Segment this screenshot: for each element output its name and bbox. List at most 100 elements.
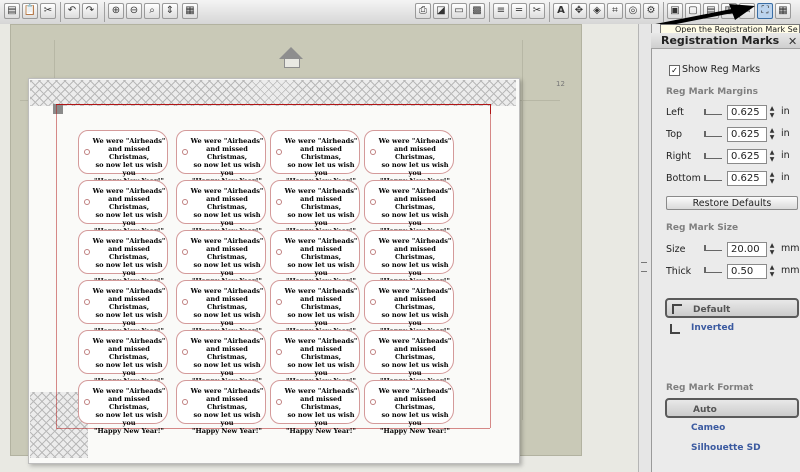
gift-tag[interactable]: We were "Airheads" and missed Christmas, s…: [364, 130, 454, 185]
paste-icon[interactable]: 📋: [22, 3, 38, 19]
page-setup-icon[interactable]: ⎙: [415, 3, 431, 19]
size-slider[interactable]: [704, 244, 722, 251]
gift-tag[interactable]: We were "Airheads" and missed Christmas, s…: [364, 180, 454, 235]
line-color-icon[interactable]: ▭: [451, 3, 467, 19]
gift-tag[interactable]: We were "Airheads" and missed Christmas, s…: [270, 180, 360, 235]
format-option-silhouette-sd[interactable]: Silhouette SD: [665, 438, 799, 458]
gift-tag[interactable]: We were "Airheads" and missed Christmas, s…: [176, 230, 266, 285]
restore-defaults-button[interactable]: Restore Defaults: [666, 196, 798, 210]
save-icon[interactable]: ▤: [4, 3, 20, 19]
tag-text-line: We were "Airheads": [190, 287, 264, 295]
tag-text-line: "Happy New Year!": [286, 427, 356, 435]
pattern-icon[interactable]: ▩: [469, 3, 485, 19]
margin-right-label: Right: [666, 151, 692, 162]
tag-text: We were "Airheads" and missed Christmas, s…: [377, 287, 453, 335]
tag-text-line: We were "Airheads": [190, 137, 264, 145]
gift-tag[interactable]: We were "Airheads" and missed Christmas, s…: [78, 130, 168, 185]
gift-tag[interactable]: We were "Airheads" and missed Christmas, s…: [270, 280, 360, 335]
tag-text-line: We were "Airheads": [284, 187, 358, 195]
tag-text: We were "Airheads" and missed Christmas, s…: [283, 287, 359, 335]
thick-input[interactable]: 0.50: [727, 264, 767, 279]
tag-text-line: We were "Airheads": [284, 337, 358, 345]
gift-tag[interactable]: We were "Airheads" and missed Christmas, s…: [364, 280, 454, 335]
gift-tag[interactable]: We were "Airheads" and missed Christmas, s…: [270, 130, 360, 185]
fit-page-icon[interactable]: ⇕: [162, 3, 178, 19]
margin-bottom-unit: in: [781, 172, 790, 183]
redo-icon[interactable]: ↷: [82, 3, 98, 19]
style-option-label: Inverted: [691, 323, 735, 333]
divider-grip-icon[interactable]: [641, 262, 647, 272]
tag-text-line: We were "Airheads": [378, 237, 452, 245]
line-width-icon[interactable]: ═: [511, 3, 527, 19]
margin-bottom-input[interactable]: 0.625: [727, 171, 767, 186]
tag-text-line: We were "Airheads": [92, 187, 166, 195]
zoom-in-icon[interactable]: ⊕: [108, 3, 124, 19]
gift-tag[interactable]: We were "Airheads" and missed Christmas, s…: [78, 180, 168, 235]
load-direction-arrow-icon: [279, 47, 303, 59]
tag-text-line: and missed Christmas,: [206, 145, 248, 161]
tag-text: We were "Airheads" and missed Christmas, s…: [283, 137, 359, 185]
tag-text: We were "Airheads" and missed Christmas, s…: [91, 187, 167, 235]
gift-tag[interactable]: We were "Airheads" and missed Christmas, s…: [176, 280, 266, 335]
margin-top-spinner[interactable]: ▲ ▼: [768, 127, 776, 142]
gift-tag[interactable]: We were "Airheads" and missed Christmas, s…: [78, 230, 168, 285]
tag-text-line: We were "Airheads": [284, 237, 358, 245]
reg-line-top: [56, 104, 491, 105]
gift-tag[interactable]: We were "Airheads" and missed Christmas, s…: [176, 180, 266, 235]
grid-icon[interactable]: ▦: [182, 3, 198, 19]
close-icon[interactable]: ✕: [788, 35, 797, 48]
size-input[interactable]: 20.00: [727, 242, 767, 257]
zoom-out-icon[interactable]: ⊖: [126, 3, 142, 19]
toolbar-divider: [549, 2, 550, 22]
margin-bottom-slider[interactable]: [704, 174, 722, 181]
gift-tag[interactable]: We were "Airheads" and missed Christmas, s…: [78, 330, 168, 385]
margin-right-slider[interactable]: [704, 152, 722, 159]
gift-tag[interactable]: We were "Airheads" and missed Christmas, s…: [78, 280, 168, 335]
gift-tag[interactable]: We were "Airheads" and missed Christmas, s…: [176, 130, 266, 185]
thick-spinner[interactable]: ▲ ▼: [768, 264, 776, 279]
margins-header: Reg Mark Margins: [666, 87, 758, 97]
gift-tag[interactable]: We were "Airheads" and missed Christmas, s…: [364, 380, 454, 435]
tag-text-line: so now let us wish you: [193, 211, 261, 227]
style-option-default[interactable]: Default: [665, 298, 799, 318]
gift-tag[interactable]: We were "Airheads" and missed Christmas, s…: [270, 230, 360, 285]
margin-bottom-spinner[interactable]: ▲ ▼: [768, 171, 776, 186]
margin-right-input[interactable]: 0.625: [727, 149, 767, 164]
line-style-icon[interactable]: ≡: [493, 3, 509, 19]
gift-tag[interactable]: We were "Airheads" and missed Christmas, s…: [176, 330, 266, 385]
format-option-cameo[interactable]: Cameo: [665, 418, 799, 438]
cut-icon[interactable]: ✂: [40, 3, 56, 19]
tag-text-line: We were "Airheads": [378, 387, 452, 395]
fill-icon[interactable]: ◪: [433, 3, 449, 19]
knife-icon[interactable]: ✂: [529, 3, 545, 19]
size-spinner[interactable]: ▲ ▼: [768, 242, 776, 257]
gift-tag[interactable]: We were "Airheads" and missed Christmas, s…: [270, 330, 360, 385]
tag-text-line: We were "Airheads": [378, 187, 452, 195]
margin-top-input[interactable]: 0.625: [727, 127, 767, 142]
thick-slider[interactable]: [704, 266, 722, 273]
margin-left-slider[interactable]: [704, 108, 722, 115]
tag-text-line: We were "Airheads": [190, 187, 264, 195]
gift-tag[interactable]: We were "Airheads" and missed Christmas, s…: [364, 330, 454, 385]
gift-tag[interactable]: We were "Airheads" and missed Christmas, s…: [364, 230, 454, 285]
send-to-silhouette-icon[interactable]: ▦: [775, 3, 791, 19]
margin-right-spinner[interactable]: ▲ ▼: [768, 149, 776, 164]
gift-tag[interactable]: We were "Airheads" and missed Christmas, s…: [270, 380, 360, 435]
gift-tag[interactable]: We were "Airheads" and missed Christmas, s…: [78, 380, 168, 435]
gift-tag[interactable]: We were "Airheads" and missed Christmas, s…: [176, 380, 266, 435]
canvas-divider[interactable]: [638, 24, 651, 472]
undo-icon[interactable]: ↶: [64, 3, 80, 19]
tag-text-line: We were "Airheads": [190, 337, 264, 345]
tag-text-line: so now let us wish you: [95, 211, 163, 227]
show-reg-marks-checkbox[interactable]: ✓: [669, 65, 680, 76]
tag-hole-icon: [182, 199, 188, 205]
style-option-inverted[interactable]: Inverted: [665, 318, 799, 338]
zoom-box-icon[interactable]: ⌕: [144, 3, 160, 19]
margin-left-input[interactable]: 0.625: [727, 105, 767, 120]
margin-left-spinner[interactable]: ▲ ▼: [768, 105, 776, 120]
margin-top-slider[interactable]: [704, 130, 722, 137]
format-option-auto[interactable]: Auto: [665, 398, 799, 418]
tag-text: We were "Airheads" and missed Christmas, s…: [91, 387, 167, 435]
no-print-area-top: [30, 80, 516, 106]
reg-mark-square: [53, 104, 63, 114]
